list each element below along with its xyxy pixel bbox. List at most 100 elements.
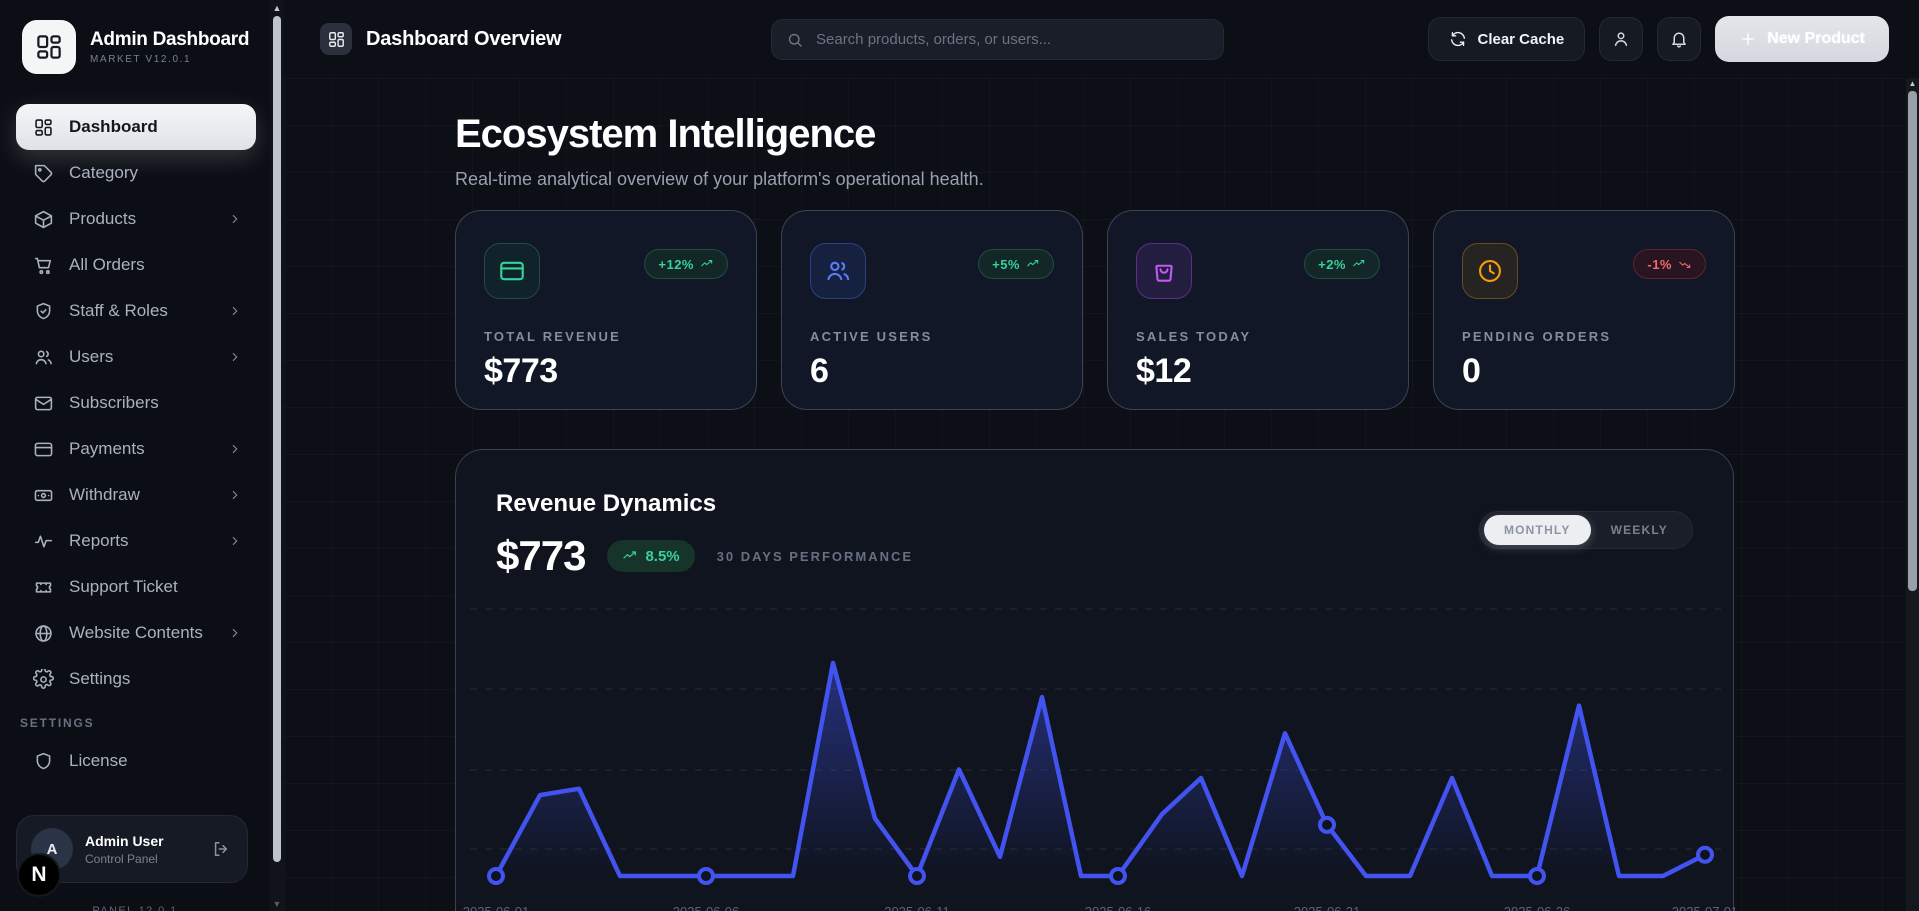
- page-scroll-up-arrow-icon[interactable]: ▲: [1908, 79, 1917, 88]
- new-product-label: New Product: [1767, 30, 1865, 48]
- search-bar[interactable]: [771, 19, 1224, 60]
- sidebar-item-users[interactable]: Users: [16, 334, 256, 380]
- stat-cards-row: +12%TOTAL REVENUE$773+5%ACTIVE USERS6+2%…: [455, 210, 1735, 410]
- box-icon: [32, 208, 54, 230]
- revenue-value: $773: [496, 532, 585, 580]
- page-title: Ecosystem Intelligence: [455, 112, 1906, 157]
- x-tick-label: 2025-06-21: [1294, 904, 1361, 911]
- page-header-icon: [320, 23, 352, 55]
- floating-n-badge[interactable]: N: [17, 853, 61, 897]
- logout-icon[interactable]: [211, 839, 231, 859]
- chart-point-marker: [1111, 869, 1125, 883]
- sidebar-item-label: Settings: [69, 669, 130, 689]
- sidebar-item-label: Withdraw: [69, 485, 140, 505]
- search-icon: [786, 31, 804, 49]
- sidebar-item-payments[interactable]: Payments: [16, 426, 256, 472]
- topbar-actions: Clear Cache New Product: [1428, 16, 1889, 62]
- notifications-button[interactable]: [1657, 17, 1701, 61]
- chevron-right-icon: [228, 488, 242, 502]
- scroll-down-arrow-icon[interactable]: ▼: [272, 899, 282, 909]
- user-info: Admin User Control Panel: [85, 833, 164, 866]
- sidebar-item-support-ticket[interactable]: Support Ticket: [16, 564, 256, 610]
- scroll-up-arrow-icon[interactable]: ▲: [272, 3, 282, 13]
- sidebar-item-label: Subscribers: [69, 393, 159, 413]
- trend-badge: +12%: [644, 249, 728, 279]
- refresh-icon: [1449, 30, 1467, 48]
- sidebar-item-label: All Orders: [69, 255, 145, 275]
- sidebar-item-subscribers[interactable]: Subscribers: [16, 380, 256, 426]
- sidebar-item-label: Payments: [69, 439, 145, 459]
- sidebar-item-label: Website Contents: [69, 623, 203, 643]
- toggle-weekly[interactable]: WEEKLY: [1591, 515, 1688, 545]
- chart-point-marker: [489, 869, 503, 883]
- stat-label: ACTIVE USERS: [810, 329, 1054, 344]
- chart-point-marker: [1530, 869, 1544, 883]
- trend-badge: +5%: [978, 249, 1054, 279]
- content-scroll-area[interactable]: Ecosystem Intelligence Real-time analyti…: [284, 78, 1906, 911]
- page-scrollbar-thumb[interactable]: [1908, 91, 1917, 591]
- search-input[interactable]: [814, 30, 1209, 49]
- users-icon: [810, 243, 866, 299]
- brand-subtitle: MARKET V12.0.1: [90, 54, 249, 65]
- brand-title: Admin Dashboard: [90, 29, 249, 51]
- sidebar-item-dashboard[interactable]: Dashboard: [16, 104, 256, 150]
- sidebar-section-label: SETTINGS: [20, 716, 256, 730]
- stat-label: PENDING ORDERS: [1462, 329, 1706, 344]
- trend-badge-value: +2%: [1318, 257, 1346, 272]
- trend-badge: -1%: [1633, 249, 1706, 279]
- sidebar-item-category[interactable]: Category: [16, 150, 256, 196]
- chevron-right-icon: [228, 626, 242, 640]
- globe-icon: [32, 622, 54, 644]
- x-tick-label: 2025-06-11: [884, 904, 950, 911]
- activity-icon: [32, 530, 54, 552]
- shopping-bag-icon: [1136, 243, 1192, 299]
- profile-button[interactable]: [1599, 17, 1643, 61]
- stat-label: SALES TODAY: [1136, 329, 1380, 344]
- clear-cache-label: Clear Cache: [1477, 31, 1564, 48]
- sidebar-item-withdraw[interactable]: Withdraw: [16, 472, 256, 518]
- sidebar-item-settings[interactable]: Settings: [16, 656, 256, 702]
- sidebar-item-all-orders[interactable]: All Orders: [16, 242, 256, 288]
- shield-icon: [32, 750, 54, 772]
- new-product-button[interactable]: New Product: [1715, 16, 1889, 62]
- brand: Admin Dashboard MARKET V12.0.1: [22, 20, 256, 74]
- plus-icon: [1739, 30, 1757, 48]
- sidebar-item-reports[interactable]: Reports: [16, 518, 256, 564]
- brand-logo-icon: [22, 20, 76, 74]
- sidebar-item-website-contents[interactable]: Website Contents: [16, 610, 256, 656]
- sidebar-item-label: Support Ticket: [69, 577, 178, 597]
- growth-badge: 8.5%: [607, 540, 694, 572]
- x-tick-label: 2025-07-01: [1672, 904, 1735, 911]
- page-subtitle: Real-time analytical overview of your pl…: [455, 169, 1906, 190]
- sidebar-item-products[interactable]: Products: [16, 196, 256, 242]
- trend-down-icon: [1678, 257, 1692, 271]
- dashboard-icon: [32, 116, 54, 138]
- clear-cache-button[interactable]: Clear Cache: [1428, 17, 1585, 61]
- chevron-right-icon: [228, 534, 242, 548]
- sidebar-item-license[interactable]: License: [16, 738, 256, 784]
- trend-badge-value: +5%: [992, 257, 1020, 272]
- user-name: Admin User: [85, 833, 164, 849]
- revenue-panel: Revenue Dynamics $773 8.5% 30 DAYS PERFO…: [455, 449, 1734, 911]
- trend-badge-value: +12%: [658, 257, 694, 272]
- page-scrollbar[interactable]: ▲: [1906, 78, 1919, 911]
- app-window: Admin Dashboard MARKET V12.0.1 Dashboard…: [0, 0, 1919, 911]
- sidebar-scrollbar-thumb[interactable]: [273, 16, 281, 862]
- stat-card-pending-orders: -1%PENDING ORDERS0: [1433, 210, 1735, 410]
- main-area: Dashboard Overview Clear Cache New Produ…: [284, 0, 1919, 911]
- cart-icon: [32, 254, 54, 276]
- period-toggle: MONTHLY WEEKLY: [1479, 511, 1693, 549]
- toggle-monthly[interactable]: MONTHLY: [1484, 515, 1591, 545]
- gear-icon: [32, 668, 54, 690]
- trend-up-icon: [700, 257, 714, 271]
- sidebar-item-label: Staff & Roles: [69, 301, 168, 321]
- stat-value: $773: [484, 352, 728, 391]
- chevron-right-icon: [228, 304, 242, 318]
- page-heading-block: Ecosystem Intelligence Real-time analyti…: [455, 112, 1906, 190]
- sidebar-scrollbar[interactable]: ▲ ▼: [270, 0, 284, 911]
- brand-text: Admin Dashboard MARKET V12.0.1: [90, 29, 249, 65]
- stat-value: $12: [1136, 352, 1380, 391]
- sidebar-item-staff-roles[interactable]: Staff & Roles: [16, 288, 256, 334]
- sidebar-menu: DashboardCategoryProducts All Orders Staff…: [16, 104, 256, 702]
- trend-up-icon: [1026, 257, 1040, 271]
